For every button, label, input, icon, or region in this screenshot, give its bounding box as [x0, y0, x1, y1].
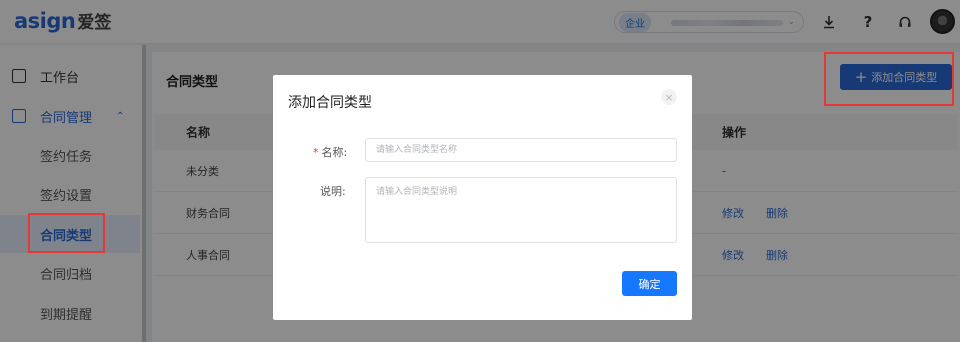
add-contract-type-dialog: 添加合同类型 × *名称: 说明: 确定: [273, 75, 692, 320]
dialog-title: 添加合同类型: [288, 95, 372, 111]
required-marker: *: [313, 146, 319, 159]
name-label: * 名称:: [313, 146, 348, 159]
contract-type-name-input[interactable]: [365, 138, 677, 162]
confirm-button[interactable]: 确定: [622, 271, 677, 296]
highlight-box-add-button: [824, 52, 954, 106]
close-icon[interactable]: ×: [661, 89, 677, 105]
description-label: 说明:: [320, 185, 346, 198]
highlight-box-contract-types: [28, 213, 105, 253]
contract-type-description-input[interactable]: [365, 177, 677, 243]
